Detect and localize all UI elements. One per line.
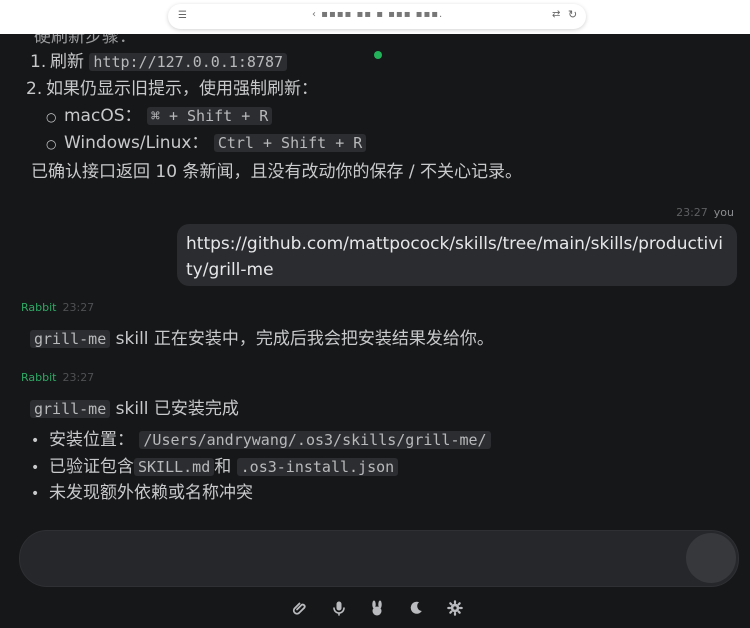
browser-toolbar: ☰ ‹ ▪▪▪▪ ▪▪ ▪ ▪▪▪ ▪▪▪. ⇄ ↻ xyxy=(0,0,750,34)
address-bar[interactable]: ☰ ‹ ▪▪▪▪ ▪▪ ▪ ▪▪▪ ▪▪▪. ⇄ ↻ xyxy=(168,4,586,29)
inline-code: .os3-install.json xyxy=(236,458,399,476)
bullet-circle: ○ xyxy=(46,137,57,151)
inline-code: SKILL.md xyxy=(134,458,215,476)
message-input[interactable] xyxy=(19,530,739,587)
reload-icon[interactable]: ↻ xyxy=(568,8,577,21)
step-2: 2. 如果仍显示旧提示，使用强制刷新： xyxy=(26,79,318,99)
user-message-meta: 23:27 you xyxy=(676,206,734,219)
translate-icon[interactable]: ⇄ xyxy=(552,9,560,20)
step-1: 1. 刷新 http://127.0.0.1:8787 xyxy=(30,47,288,72)
bullet-dot: • xyxy=(31,433,40,449)
tab-list-icon[interactable]: ☰ xyxy=(178,10,187,21)
mic-icon[interactable] xyxy=(329,600,349,620)
list-item: • 已验证包含 SKILL.md 和 .os3-install.json xyxy=(31,452,399,477)
moon-icon[interactable] xyxy=(406,600,426,620)
rabbit-icon[interactable] xyxy=(367,600,387,620)
shortcut-windows: ○ Windows/Linux： Ctrl + Shift + R xyxy=(46,128,367,153)
bullet-dot: • xyxy=(31,486,40,502)
inline-code: Ctrl + Shift + R xyxy=(213,134,367,152)
send-button[interactable] xyxy=(686,533,736,583)
inline-code: ⌘ + Shift + R xyxy=(146,107,273,125)
list-item: • 安装位置： /Users/andrywang/.os3/skills/gril… xyxy=(31,425,491,450)
shortcut-macos: ○ macOS： ⌘ + Shift + R xyxy=(46,101,273,126)
chat-app: 硬刷新步骤： 1. 刷新 http://127.0.0.1:8787 2. 如果仍显… xyxy=(0,34,750,628)
gear-icon[interactable] xyxy=(445,600,465,620)
status-dot xyxy=(374,51,382,59)
bot-message-2: grill-me skill 已安装完成 xyxy=(30,394,239,419)
bot-message-1: grill-me skill 正在安装中，完成后我会把安装结果发给你。 xyxy=(30,324,494,349)
bullet-dot: • xyxy=(31,460,40,476)
bullet-circle: ○ xyxy=(46,110,57,124)
inline-code: http://127.0.0.1:8787 xyxy=(89,53,288,71)
user-message-bubble: https://github.com/mattpocock/skills/tre… xyxy=(177,224,737,286)
attach-icon[interactable] xyxy=(290,600,310,620)
list-item: • 未发现额外依赖或名称冲突 xyxy=(31,483,253,503)
url-text[interactable]: ‹ ▪▪▪▪ ▪▪ ▪ ▪▪▪ ▪▪▪. xyxy=(312,9,443,20)
inline-code: grill-me xyxy=(30,400,111,418)
bot-sender-2: Rabbit 23:27 xyxy=(21,371,95,384)
inline-code: grill-me xyxy=(30,330,111,348)
confirm-line: 已确认接口返回 10 条新闻，且没有改动你的保存 / 不关心记录。 xyxy=(31,162,522,182)
bot-sender-1: Rabbit 23:27 xyxy=(21,301,95,314)
partial-heading: 硬刷新步骤： xyxy=(34,34,136,47)
inline-code: /Users/andrywang/.os3/skills/grill-me/ xyxy=(139,431,491,449)
